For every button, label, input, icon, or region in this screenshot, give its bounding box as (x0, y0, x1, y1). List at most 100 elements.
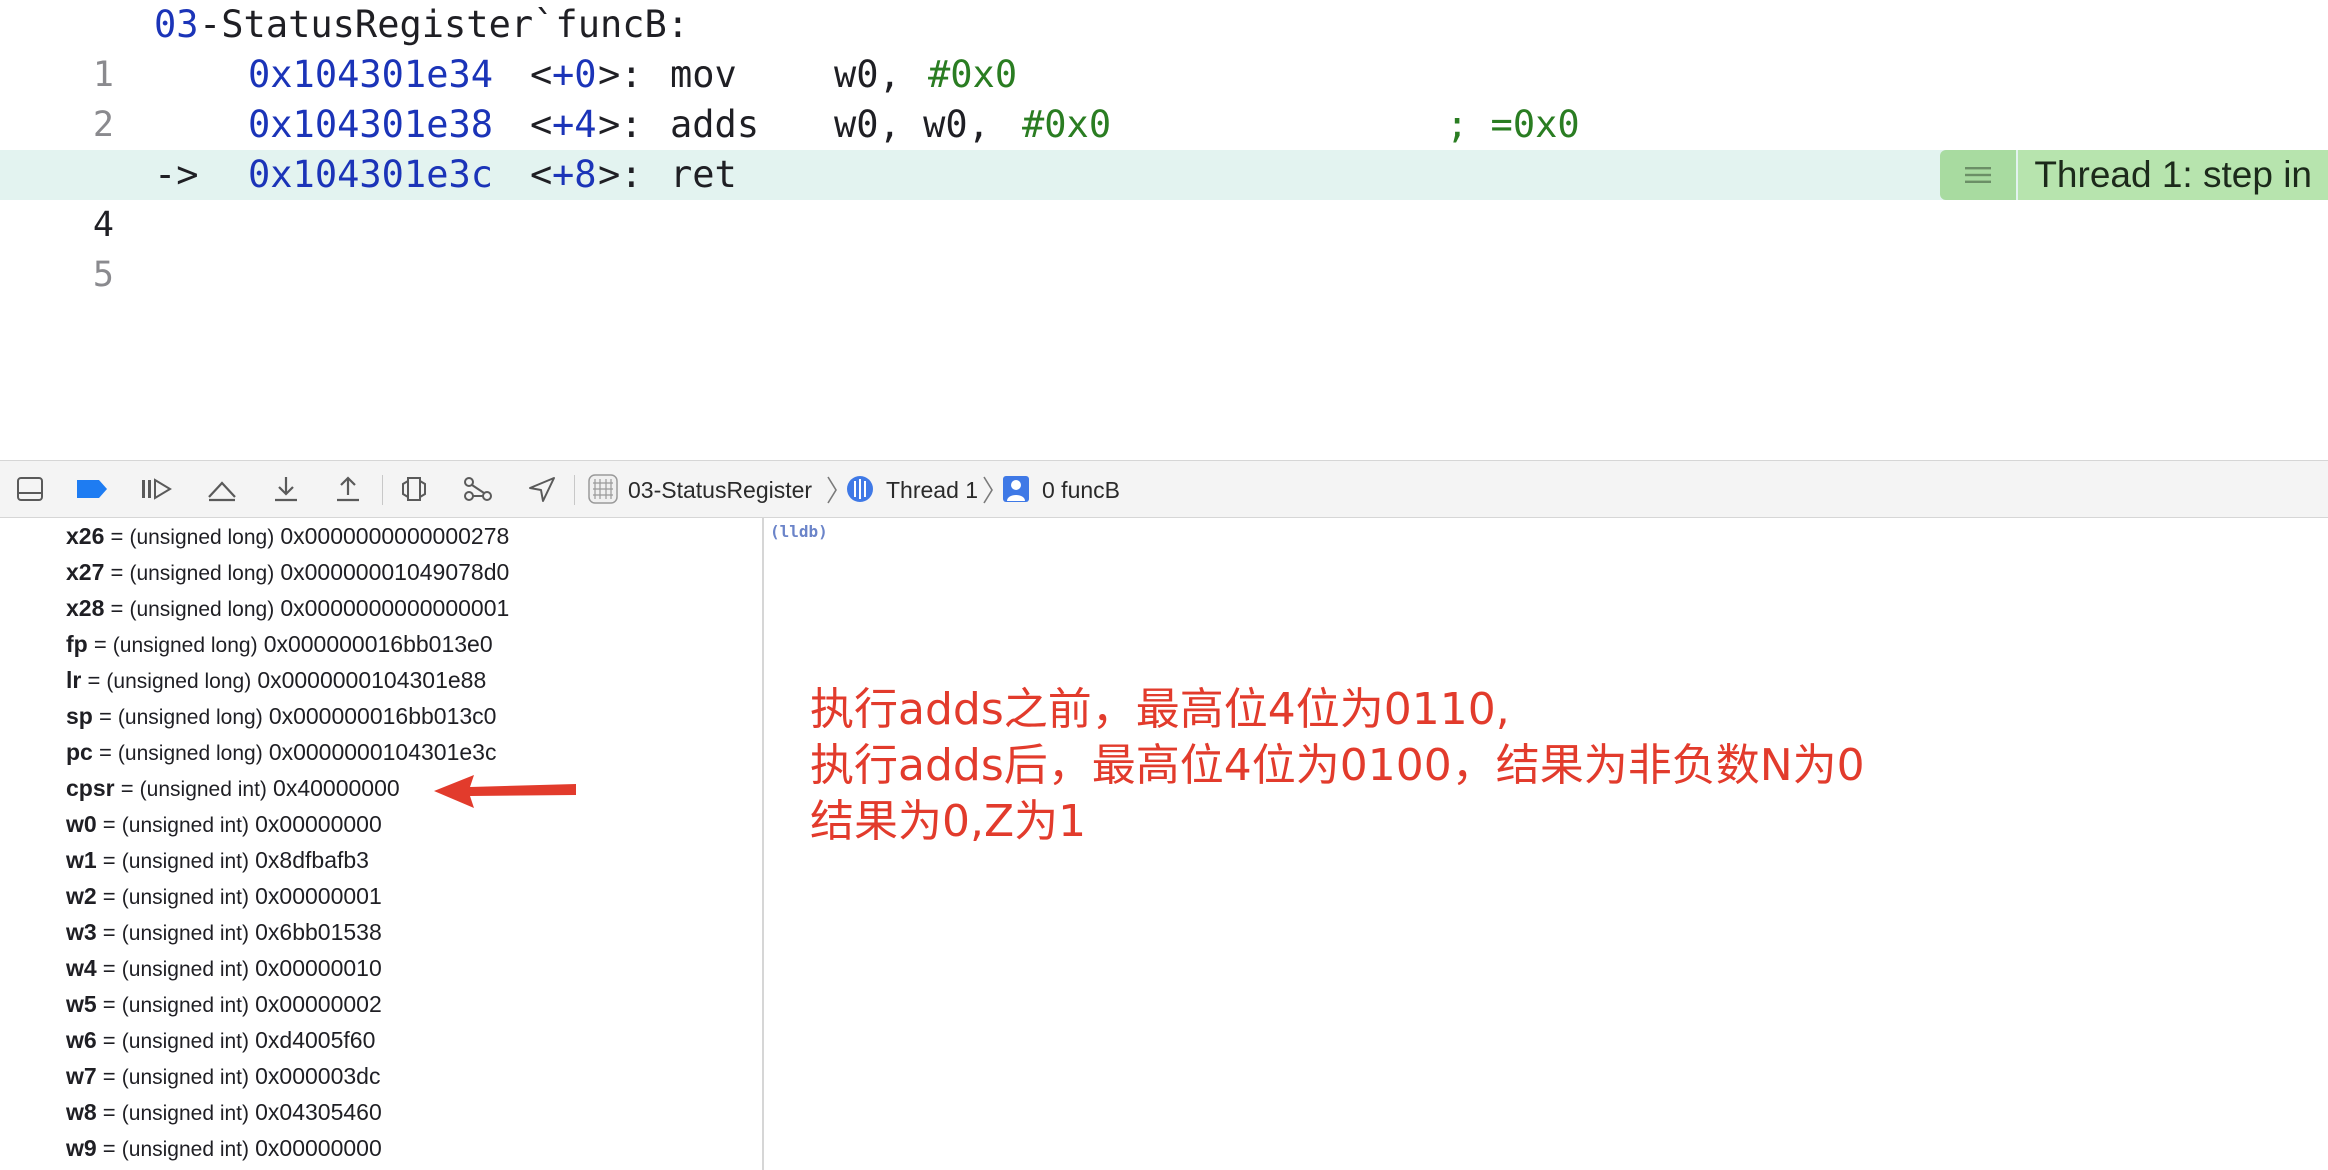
function-label: -StatusRegister`funcB: (199, 3, 690, 46)
variable-type: (unsigned int) (121, 922, 250, 945)
variable-row[interactable]: w9 = (unsigned int) 0x00000000 (66, 1130, 382, 1166)
offset-open: < (530, 153, 553, 196)
variable-value: 0x0000000104301e88 (257, 667, 487, 693)
hide-debug-area-button[interactable] (12, 471, 48, 507)
instruction-offset: +4 (552, 103, 597, 146)
variable-value: 0x00000000 (255, 811, 382, 837)
variable-value: 0x00000001049078d0 (280, 559, 510, 585)
variable-value: 0x00000001 (255, 883, 382, 909)
variable-value: 0x6bb01538 (255, 919, 382, 945)
thread-icon (847, 476, 873, 502)
variables-view[interactable]: x26 = (unsigned long) 0x0000000000000278… (0, 518, 764, 1170)
variable-row[interactable]: w0 = (unsigned int) 0x00000000 (66, 806, 382, 842)
variable-type: (unsigned int) (121, 994, 250, 1017)
step-into-icon (275, 477, 297, 502)
breakpoints-toggle-icon (77, 480, 107, 498)
memory-graph-button[interactable] (460, 471, 496, 507)
offset-close: >: (598, 53, 643, 96)
step-over-button[interactable] (204, 471, 240, 507)
variable-type: (unsigned int) (121, 886, 250, 909)
disassembly-editor[interactable]: 1 03 -StatusRegister`funcB: 2 0x104301e3… (0, 0, 2328, 460)
breakpoints-toggle-button[interactable] (74, 471, 110, 507)
app-target-button[interactable] (586, 471, 620, 507)
variable-type: (unsigned long) (129, 562, 275, 585)
instruction-comment: ; =0x0 (1446, 103, 1580, 146)
variable-value: 0x0000000000000278 (280, 523, 510, 549)
instruction-address: 0x104301e38 (248, 103, 494, 146)
variable-row[interactable]: w4 = (unsigned int) 0x00000010 (66, 950, 382, 986)
equals-sign: = (96, 992, 122, 1017)
variable-value: 0x000000016bb013e0 (263, 631, 493, 657)
variable-row[interactable]: w8 = (unsigned int) 0x04305460 (66, 1094, 382, 1130)
variable-value: 0x000003dc (255, 1063, 381, 1089)
app-target-icon (588, 474, 618, 504)
debug-bar: 03-StatusRegister Thread 1 0 funcB (0, 460, 2328, 518)
thread-menu-button[interactable] (1940, 150, 2017, 200)
variable-value: 0x00000002 (255, 991, 382, 1017)
breadcrumb-frame[interactable]: 0 funcB (1042, 461, 1120, 519)
operands: w0, (834, 53, 901, 96)
variable-row[interactable]: sp = (unsigned long) 0x000000016bb013c0 (66, 698, 496, 734)
variable-row[interactable]: x28 = (unsigned long) 0x0000000000000001 (66, 590, 509, 626)
line-number: 5 (92, 255, 114, 295)
variable-name: x26 (66, 523, 105, 549)
equals-sign: = (104, 560, 130, 585)
equals-sign: = (92, 704, 118, 729)
variable-type: (unsigned int) (121, 1066, 250, 1089)
lldb-console[interactable]: (lldb) 执行adds之前，最高位4位为0110, 执行adds后，最高位4… (764, 518, 2328, 1170)
memory-graph-icon (464, 477, 492, 501)
simulate-location-icon (529, 477, 555, 502)
chevron-right-icon (826, 461, 838, 519)
variable-row[interactable]: pc = (unsigned long) 0x0000000104301e3c (66, 734, 496, 770)
variable-row[interactable]: w6 = (unsigned int) 0xd4005f60 (66, 1022, 375, 1058)
variable-type: (unsigned long) (106, 670, 252, 693)
variable-name: w3 (66, 919, 97, 945)
variable-row[interactable]: x27 = (unsigned long) 0x00000001049078d0 (66, 554, 509, 590)
thread-step-indicator[interactable]: Thread 1: step in (1940, 150, 2328, 200)
variable-name: x27 (66, 559, 105, 585)
breadcrumb-target[interactable]: 03-StatusRegister (628, 461, 812, 519)
variable-type: (unsigned int) (121, 850, 250, 873)
variable-name: w7 (66, 1063, 97, 1089)
hide-debug-area-icon (17, 477, 43, 501)
variable-row[interactable]: x26 = (unsigned long) 0x0000000000000278 (66, 518, 509, 554)
variable-row[interactable]: w2 = (unsigned int) 0x00000001 (66, 878, 382, 914)
variable-row[interactable]: w7 = (unsigned int) 0x000003dc (66, 1058, 380, 1094)
breadcrumb-thread[interactable]: Thread 1 (886, 461, 978, 519)
stack-frame-button[interactable] (1000, 471, 1032, 507)
variable-row[interactable]: w5 = (unsigned int) 0x00000002 (66, 986, 382, 1022)
variable-row[interactable]: w1 = (unsigned int) 0x8dfbafb3 (66, 842, 369, 878)
toolbar-separator (574, 475, 575, 505)
variable-type: (unsigned int) (121, 1102, 250, 1125)
variable-row[interactable]: cpsr = (unsigned int) 0x40000000 (66, 770, 400, 806)
equals-sign: = (96, 1064, 122, 1089)
equals-sign: = (96, 1136, 122, 1161)
variable-name: w9 (66, 1135, 97, 1161)
variable-name: fp (66, 631, 88, 657)
variable-name: w5 (66, 991, 97, 1017)
continue-button[interactable] (138, 471, 174, 507)
view-hierarchy-button[interactable] (396, 471, 432, 507)
code-line-5: 5 (0, 200, 2328, 295)
variable-name: w8 (66, 1099, 97, 1125)
equals-sign: = (96, 884, 122, 909)
view-hierarchy-icon (402, 477, 426, 501)
variable-row[interactable]: w3 = (unsigned int) 0x6bb01538 (66, 914, 382, 950)
variable-value: 0x0000000000000001 (280, 595, 510, 621)
thread-button[interactable] (844, 471, 876, 507)
offset-open: < (530, 53, 553, 96)
step-out-icon (337, 476, 359, 502)
step-into-button[interactable] (268, 471, 304, 507)
variable-value: 0x40000000 (273, 775, 400, 801)
equals-sign: = (96, 956, 122, 981)
variable-row[interactable]: fp = (unsigned long) 0x000000016bb013e0 (66, 626, 493, 662)
instruction-address: 0x104301e3c (248, 153, 494, 196)
variable-name: w2 (66, 883, 97, 909)
equals-sign: = (96, 1028, 122, 1053)
variable-value: 0x8dfbafb3 (255, 847, 369, 873)
code-line-1: 1 03 -StatusRegister`funcB: (0, 0, 2328, 95)
step-out-button[interactable] (330, 471, 366, 507)
variable-name: w4 (66, 955, 97, 981)
variable-row[interactable]: lr = (unsigned long) 0x0000000104301e88 (66, 662, 486, 698)
simulate-location-button[interactable] (524, 471, 560, 507)
